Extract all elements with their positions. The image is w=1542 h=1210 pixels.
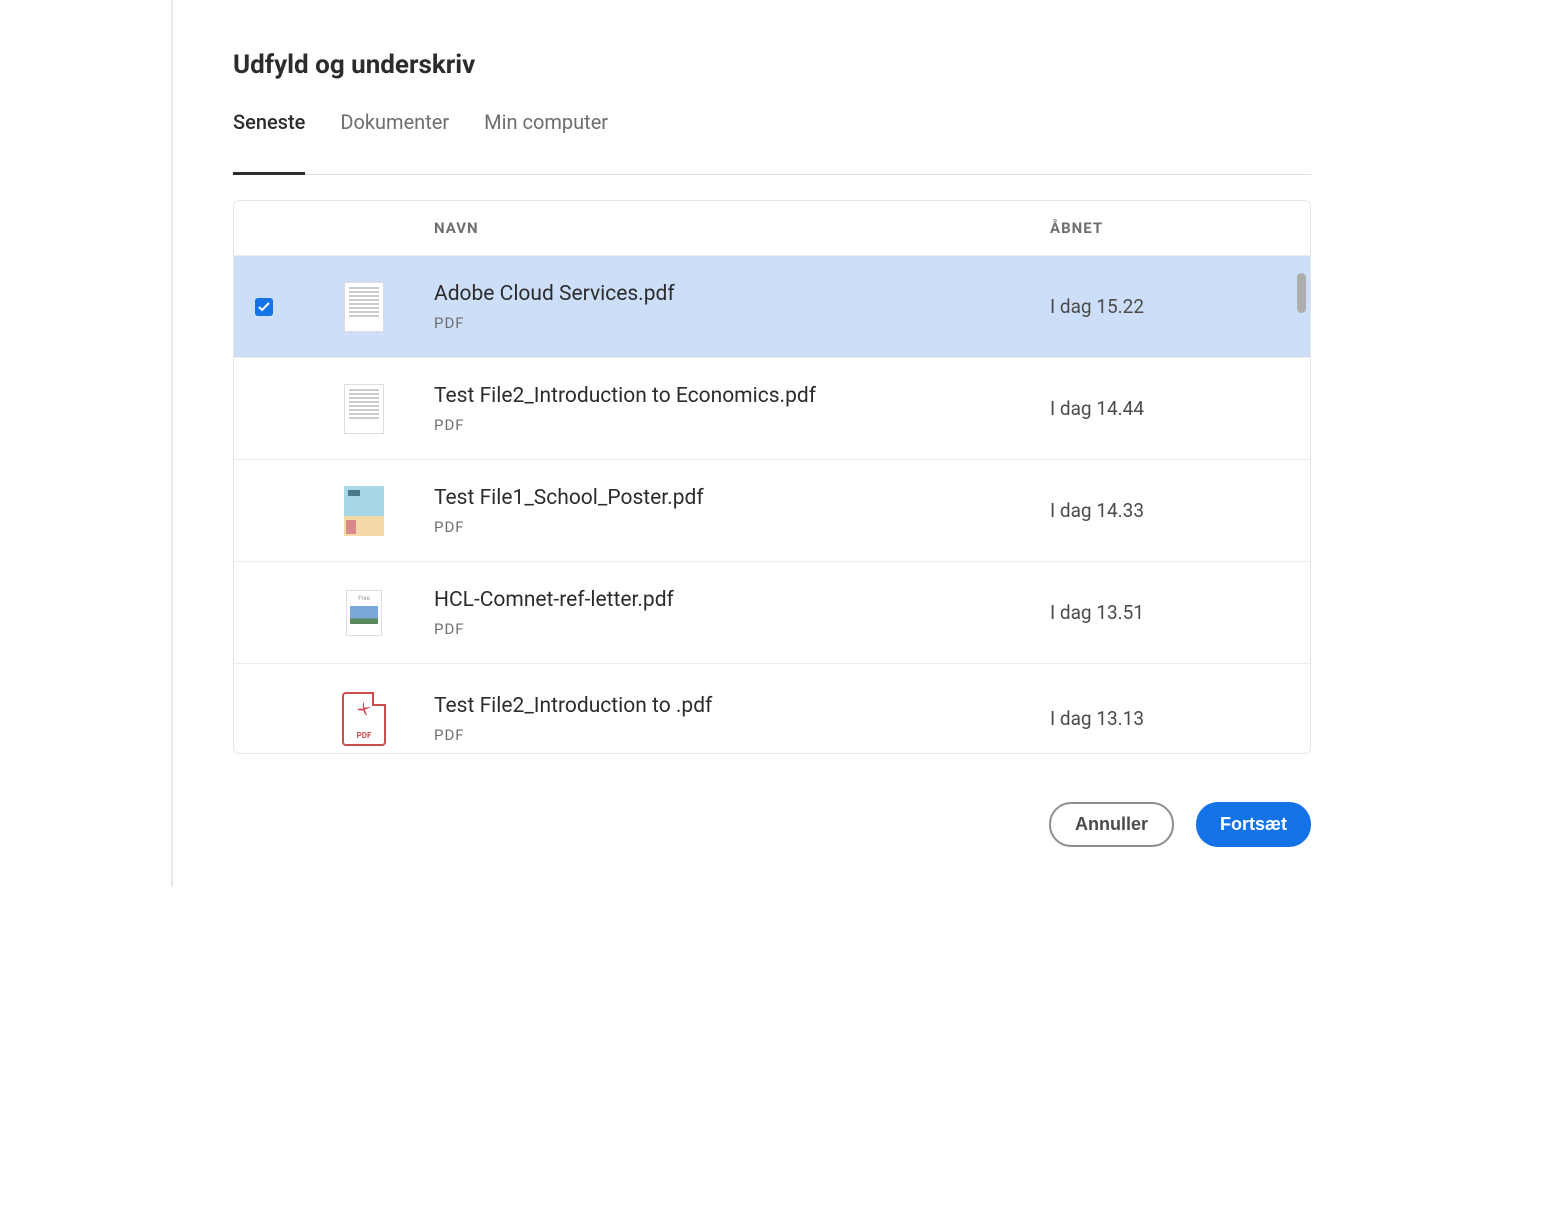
scrollbar-thumb[interactable] [1297,273,1306,313]
file-row[interactable]: Adobe Cloud Services.pdf PDF I dag 15.22 [234,255,1310,357]
file-row[interactable]: Test File1_School_Poster.pdf PDF I dag 1… [234,459,1310,561]
tab-my-computer[interactable]: Min computer [484,110,608,174]
file-row[interactable]: Free HCL-Comnet-ref-letter.pdf PDF I dag… [234,561,1310,663]
file-opened: I dag 13.51 [1050,601,1310,624]
dialog-footer: Annuller Fortsæt [233,802,1311,847]
fill-sign-dialog: Udfyld og underskriv Seneste Dokumenter … [171,0,1371,887]
file-type: PDF [434,416,1050,434]
file-opened: I dag 13.13 [1050,707,1310,730]
tab-documents[interactable]: Dokumenter [340,110,449,174]
file-list: NAVN ÅBNET Adobe Cloud Services.pdf PDF … [233,200,1311,754]
file-row[interactable]: PDF Test File2_Introduction to .pdf PDF … [234,663,1310,753]
file-row[interactable]: Test File2_Introduction to Economics.pdf… [234,357,1310,459]
file-thumbnail: Free [294,590,434,636]
tab-recent[interactable]: Seneste [233,110,305,174]
file-name: Test File1_School_Poster.pdf [434,486,1050,510]
source-tabs: Seneste Dokumenter Min computer [233,110,1311,175]
file-thumbnail: PDF [294,692,434,746]
file-opened: I dag 14.33 [1050,499,1310,522]
cancel-button[interactable]: Annuller [1049,802,1174,847]
file-type: PDF [434,518,1050,536]
pdf-icon: PDF [342,692,386,746]
file-type: PDF [434,314,1050,332]
file-name: HCL-Comnet-ref-letter.pdf [434,588,1050,612]
dialog-title: Udfyld og underskriv [233,50,1311,80]
file-thumbnail [294,486,434,536]
row-checkbox[interactable] [255,298,273,316]
table-header: NAVN ÅBNET [234,201,1310,255]
file-thumbnail [294,282,434,332]
file-type: PDF [434,620,1050,638]
file-name: Test File2_Introduction to .pdf [434,694,1050,718]
column-header-opened[interactable]: ÅBNET [1050,219,1310,237]
file-opened: I dag 15.22 [1050,295,1310,318]
file-name: Adobe Cloud Services.pdf [434,282,1050,306]
file-thumbnail [294,384,434,434]
continue-button[interactable]: Fortsæt [1196,802,1311,847]
file-opened: I dag 14.44 [1050,397,1310,420]
file-name: Test File2_Introduction to Economics.pdf [434,384,1050,408]
column-header-name[interactable]: NAVN [434,219,1050,237]
file-type: PDF [434,726,1050,744]
